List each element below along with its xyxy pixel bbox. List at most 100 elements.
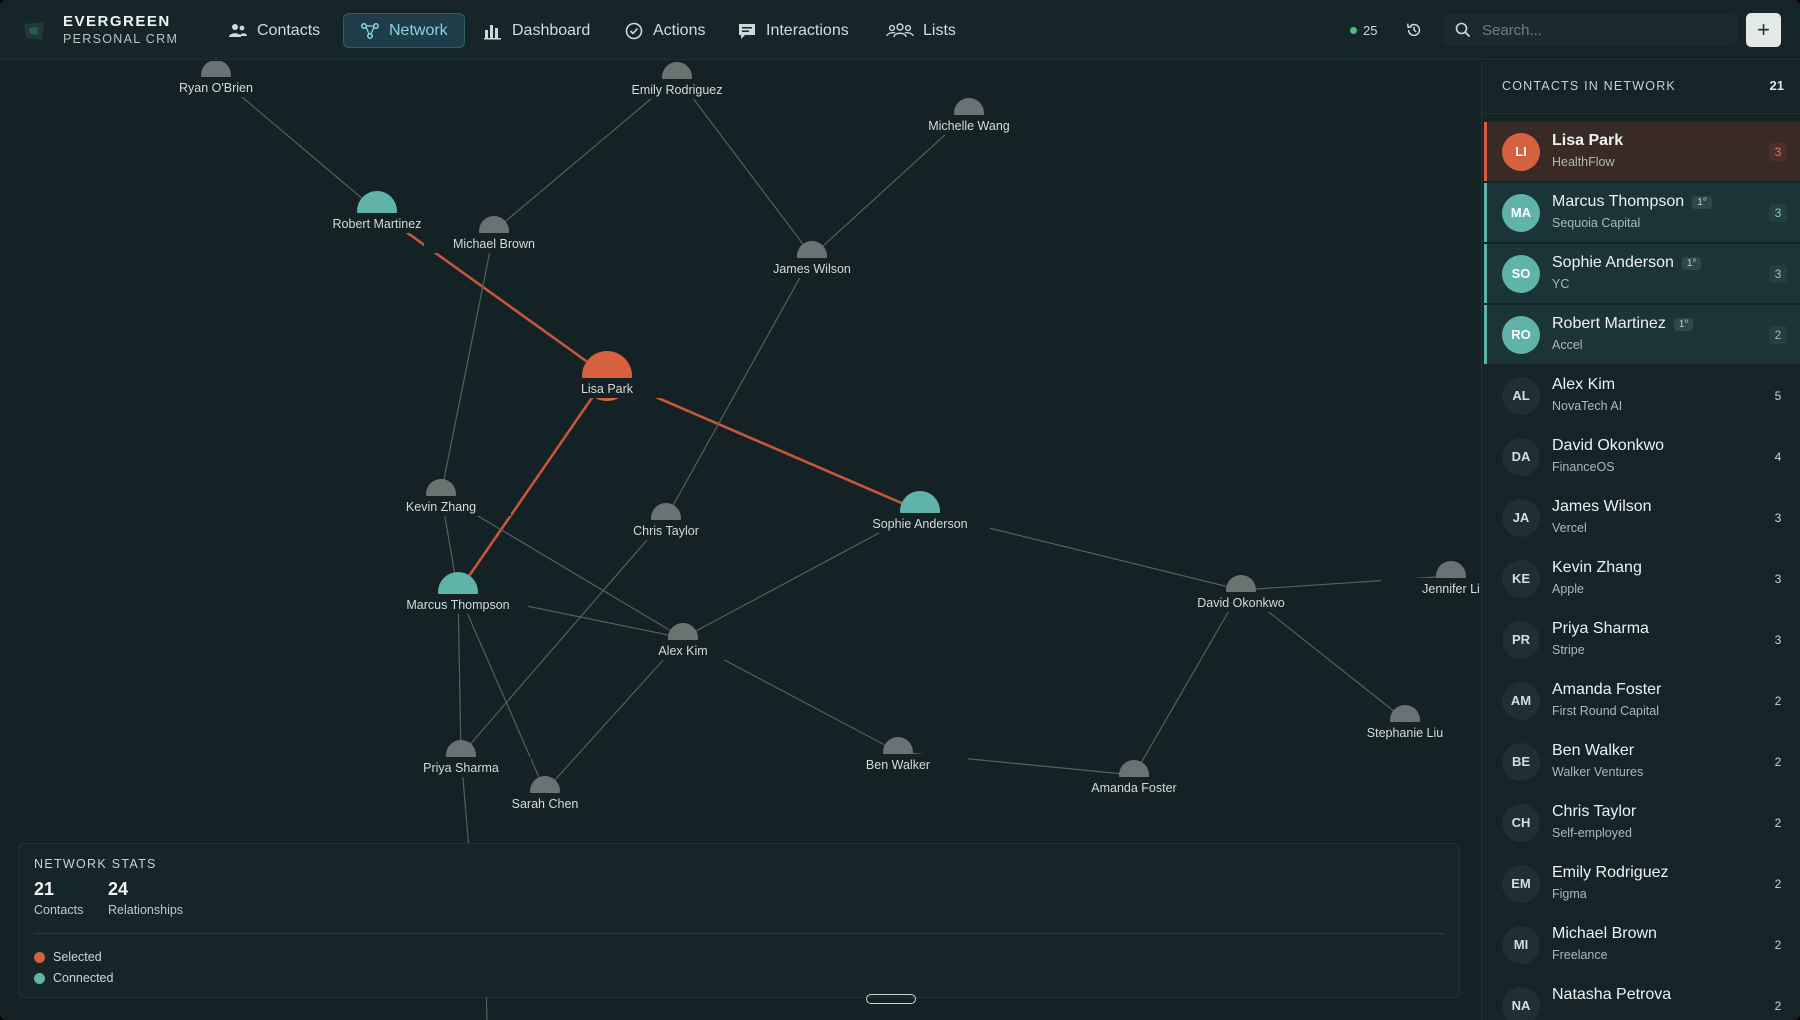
graph-node-lisa[interactable]: Lisa Park [537, 351, 677, 401]
avatar: RO [1502, 315, 1540, 354]
graph-node-robert[interactable]: Robert Martinez [307, 191, 447, 233]
contact-row[interactable]: MA Marcus Thompson 1° Sequoia Capital 3 [1484, 183, 1800, 242]
nav-dashboard[interactable]: Dashboard [467, 13, 606, 48]
contact-company: YC [1552, 277, 1570, 291]
contact-name: Robert Martinez [1552, 315, 1666, 332]
search-input[interactable] [1482, 14, 1732, 46]
contact-company: Freelance [1552, 948, 1608, 962]
contact-row[interactable]: DA David Okonkwo FinanceOS 4 [1484, 427, 1800, 486]
history-button[interactable] [1402, 18, 1426, 42]
contact-row[interactable]: CH Chris Taylor Self-employed 2 [1484, 793, 1800, 852]
contact-name: James Wilson [1552, 498, 1652, 515]
nav-actions[interactable]: Actions [608, 13, 721, 48]
node-label: Michael Brown [453, 237, 535, 251]
add-button[interactable]: + [1746, 13, 1781, 47]
contact-name-wrap: James Wilson [1552, 498, 1652, 516]
graph-node-amanda[interactable]: Amanda Foster [1064, 760, 1204, 797]
status-badge[interactable]: 25 [1342, 18, 1385, 42]
nav-interactions[interactable]: Interactions [721, 13, 865, 48]
contact-name: Priya Sharma [1552, 620, 1649, 637]
node-label: Amanda Foster [1091, 781, 1176, 795]
graph-node-chris[interactable]: Chris Taylor [596, 503, 736, 540]
node-label: Marcus Thompson [406, 598, 509, 612]
contact-row[interactable]: KE Kevin Zhang Apple 3 [1484, 549, 1800, 608]
avatar: DA [1502, 437, 1540, 476]
status-count: 25 [1363, 22, 1378, 38]
graph-node-michelle[interactable]: Michelle Wang [899, 98, 1039, 135]
contact-name-wrap: Natasha Petrova [1552, 986, 1671, 1004]
contact-row[interactable]: NA Natasha Petrova 2 [1484, 976, 1800, 1020]
avatar: JA [1502, 498, 1540, 537]
contact-name-wrap: Emily Rodriguez [1552, 864, 1668, 882]
graph-node-stephanie[interactable]: Stephanie Liu [1335, 705, 1475, 742]
connection-count: 2 [1774, 877, 1782, 891]
contact-row[interactable]: BE Ben Walker Walker Ventures 2 [1484, 732, 1800, 791]
graph-node-kevin[interactable]: Kevin Zhang [371, 479, 511, 516]
graph-node-jennifer[interactable]: Jennifer Li [1381, 561, 1480, 598]
divider [1482, 113, 1800, 114]
node-label: Sophie Anderson [872, 517, 967, 531]
graph-node-marcus[interactable]: Marcus Thompson [388, 572, 528, 614]
contact-company: Accel [1552, 338, 1583, 352]
avatar: LI [1502, 132, 1540, 171]
connection-count: 4 [1774, 450, 1782, 464]
contact-row[interactable]: RO Robert Martinez 1° Accel 2 [1484, 305, 1800, 364]
contact-row[interactable]: SO Sophie Anderson 1° YC 3 [1484, 244, 1800, 303]
contact-row[interactable]: EM Emily Rodriguez Figma 2 [1484, 854, 1800, 913]
graph-node-david[interactable]: David Okonkwo [1171, 575, 1311, 612]
graph-node-ben[interactable]: Ben Walker [828, 737, 968, 774]
connection-count: 3 [1774, 511, 1782, 525]
node-label: Kevin Zhang [406, 500, 476, 514]
node-label: Jennifer Li [1422, 582, 1480, 596]
contact-name-wrap: Marcus Thompson 1° [1552, 193, 1712, 211]
check-circle-icon [625, 22, 643, 39]
nav-network[interactable]: Network [343, 13, 465, 48]
graph-node-ryan[interactable]: Ryan O'Brien [146, 61, 286, 97]
contact-row[interactable]: LI Lisa Park HealthFlow 3 [1484, 122, 1800, 181]
node-label: Lisa Park [581, 382, 634, 396]
contact-name-wrap: Michael Brown [1552, 925, 1657, 943]
contacts-icon [229, 23, 247, 37]
graph-node-james[interactable]: James Wilson [742, 241, 882, 278]
contact-name-wrap: Amanda Foster [1552, 681, 1661, 699]
contact-name-wrap: Sophie Anderson 1° [1552, 254, 1702, 272]
graph-edge [493, 76, 678, 232]
connection-count: 3 [1774, 572, 1782, 586]
node-label: Priya Sharma [423, 761, 499, 775]
legend-label: Selected [53, 950, 102, 964]
node-label: Robert Martinez [333, 217, 422, 231]
graph-node-sophie[interactable]: Sophie Anderson [850, 491, 990, 533]
graph-edge [544, 637, 684, 792]
nav-contacts[interactable]: Contacts [212, 13, 336, 48]
avatar: AM [1502, 681, 1540, 720]
legend-label: Connected [53, 971, 114, 985]
contact-row[interactable]: MI Michael Brown Freelance 2 [1484, 915, 1800, 974]
contact-row[interactable]: PR Priya Sharma Stripe 3 [1484, 610, 1800, 669]
node-label: Stephanie Liu [1367, 726, 1444, 740]
avatar: SO [1502, 254, 1540, 293]
graph-node-sarah[interactable]: Sarah Chen [475, 776, 615, 813]
search-box[interactable] [1444, 14, 1738, 46]
contact-company: First Round Capital [1552, 704, 1659, 718]
contact-row[interactable]: AL Alex Kim NovaTech AI 5 [1484, 366, 1800, 425]
graph-node-priya[interactable]: Priya Sharma [391, 740, 531, 777]
chat-icon [739, 23, 755, 39]
contact-row[interactable]: JA James Wilson Vercel 3 [1484, 488, 1800, 547]
node-label: Michelle Wang [928, 119, 1010, 133]
history-icon [1406, 23, 1421, 37]
contact-name: Alex Kim [1552, 376, 1616, 393]
contact-company: Self-employed [1552, 826, 1632, 840]
contact-name: Emily Rodriguez [1552, 864, 1669, 881]
evergreen-logo-icon [24, 22, 44, 40]
degree-badge: 1° [1692, 195, 1712, 209]
node-label: Emily Rodriguez [631, 83, 722, 97]
graph-node-emily[interactable]: Emily Rodriguez [607, 62, 747, 99]
stat-relationships-label: Relationships [108, 903, 184, 917]
panel-resize-handle[interactable] [866, 994, 916, 1004]
contact-company: NovaTech AI [1552, 399, 1623, 413]
nav-lists[interactable]: Lists [870, 13, 972, 48]
sidebar-count: 21 [1769, 78, 1784, 93]
contact-row[interactable]: AM Amanda Foster First Round Capital 2 [1484, 671, 1800, 730]
contact-name: Sophie Anderson [1552, 254, 1674, 271]
connection-count: 2 [1774, 816, 1782, 830]
